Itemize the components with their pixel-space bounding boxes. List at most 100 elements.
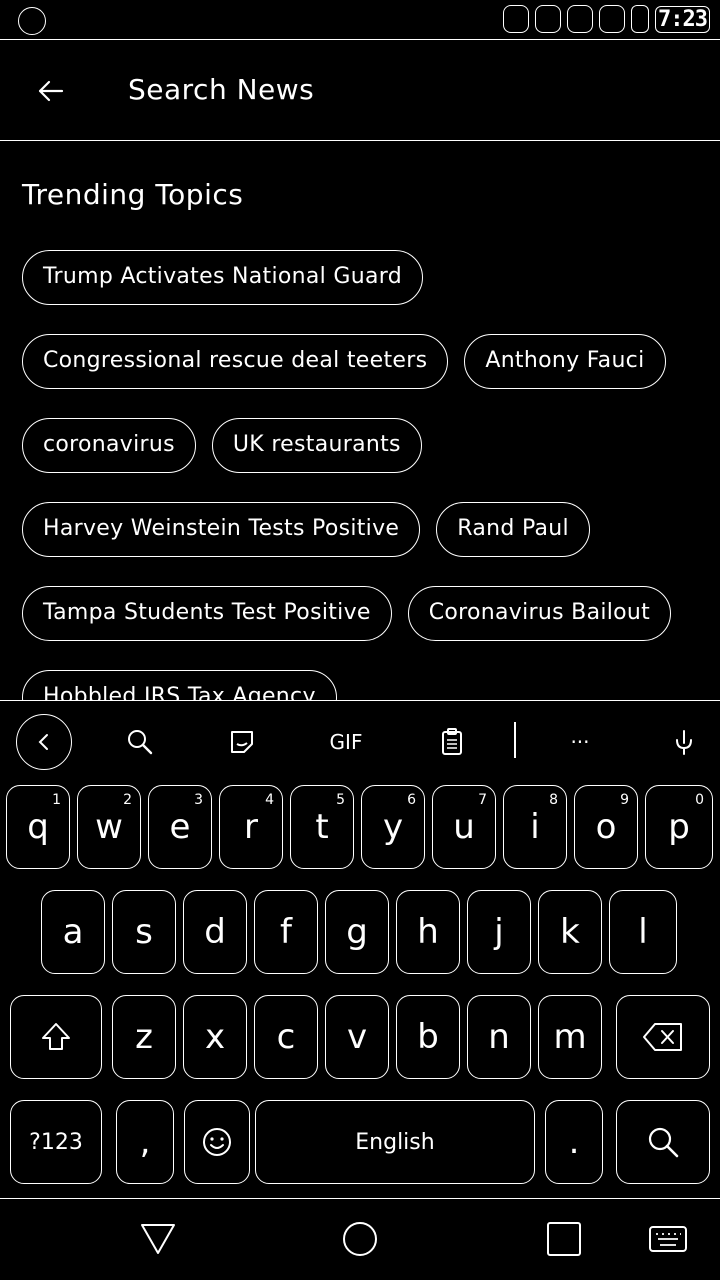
key-label: u — [453, 807, 475, 847]
status-icons: 7:23 — [503, 5, 710, 33]
key-q[interactable]: q1 — [6, 785, 70, 869]
battery-icon — [631, 5, 650, 33]
sticker-button[interactable] — [214, 714, 270, 770]
key-d[interactable]: d — [183, 890, 247, 974]
key-hint: 5 — [336, 792, 345, 808]
cast-icon — [503, 5, 530, 33]
period-key[interactable]: . — [545, 1100, 603, 1184]
key-label: r — [244, 807, 258, 847]
search-icon — [648, 1127, 679, 1158]
chevron-left-icon — [38, 734, 48, 750]
key-b[interactable]: b — [396, 995, 460, 1079]
app-bar: Search News — [0, 40, 720, 141]
topic-chip[interactable]: Anthony Fauci — [464, 334, 666, 389]
topic-chip[interactable]: Coronavirus Bailout — [407, 586, 672, 641]
key-w[interactable]: w2 — [77, 785, 141, 869]
recents-square-icon[interactable] — [544, 1219, 584, 1259]
topic-chip[interactable]: Rand Paul — [436, 502, 590, 557]
emoji-key[interactable] — [184, 1100, 250, 1184]
topic-chip[interactable]: Trump Activates National Guard — [22, 250, 423, 305]
topic-chip[interactable]: Harvey Weinstein Tests Positive — [22, 502, 421, 557]
key-hint: 4 — [265, 792, 274, 808]
key-hint: 2 — [123, 792, 132, 808]
back-triangle-icon[interactable] — [138, 1219, 178, 1259]
backspace-key[interactable] — [616, 995, 710, 1079]
symbols-key[interactable]: ?123 — [10, 1100, 102, 1184]
key-v[interactable]: v — [325, 995, 389, 1079]
keyboard-divider — [0, 700, 720, 701]
key-label: t — [315, 807, 329, 847]
key-p[interactable]: p0 — [645, 785, 713, 869]
trending-topic-chips: Trump Activates National Guard Congressi… — [22, 250, 712, 700]
keyboard-collapse-button[interactable] — [16, 714, 72, 770]
do-not-disturb-icon — [535, 5, 562, 33]
wifi-icon — [567, 5, 594, 33]
toolbar-separator — [514, 722, 516, 758]
key-hint: 9 — [620, 792, 629, 808]
key-label: w — [95, 807, 123, 847]
chip-row: Congressional rescue deal teeters Anthon… — [22, 334, 712, 389]
shift-icon — [42, 1023, 70, 1050]
key-hint: 6 — [407, 792, 416, 808]
chip-row: Harvey Weinstein Tests Positive Rand Pau… — [22, 502, 712, 557]
key-y[interactable]: y6 — [361, 785, 425, 869]
key-s[interactable]: s — [112, 890, 176, 974]
key-hint: 8 — [549, 792, 558, 808]
keyboard-switch-icon[interactable] — [648, 1219, 688, 1259]
topic-chip[interactable]: Hobbled IRS Tax Agency — [22, 670, 337, 700]
back-arrow-icon[interactable] — [34, 74, 68, 108]
key-label: p — [668, 807, 690, 847]
gif-button[interactable]: GIF — [318, 714, 374, 770]
key-m[interactable]: m — [538, 995, 602, 1079]
status-time: 7:23 — [655, 5, 710, 33]
key-h[interactable]: h — [396, 890, 460, 974]
key-c[interactable]: c — [254, 995, 318, 1079]
keyboard-search-button[interactable] — [112, 714, 168, 770]
key-n[interactable]: n — [467, 995, 531, 1079]
notification-icon — [18, 7, 46, 35]
key-t[interactable]: t5 — [290, 785, 354, 869]
emoji-icon — [203, 1128, 231, 1156]
topic-chip[interactable]: UK restaurants — [211, 418, 422, 473]
search-news-field[interactable]: Search News — [128, 73, 314, 106]
clipboard-icon — [442, 728, 462, 755]
key-label: q — [27, 807, 49, 847]
key-z[interactable]: z — [112, 995, 176, 1079]
comma-key[interactable]: , — [116, 1100, 174, 1184]
key-label: o — [595, 807, 617, 847]
key-x[interactable]: x — [183, 995, 247, 1079]
more-options-button[interactable]: ··· — [552, 714, 608, 770]
key-label: e — [169, 807, 191, 847]
topic-chip[interactable]: coronavirus — [22, 418, 196, 473]
navigation-bar — [0, 1198, 720, 1280]
microphone-icon — [676, 730, 692, 755]
topic-chip[interactable]: Congressional rescue deal teeters — [22, 334, 449, 389]
clipboard-button[interactable] — [424, 714, 480, 770]
key-j[interactable]: j — [467, 890, 531, 974]
search-action-key[interactable] — [616, 1100, 710, 1184]
key-hint: 3 — [194, 792, 203, 808]
search-icon — [128, 730, 153, 755]
status-bar: 7:23 — [0, 0, 720, 40]
key-r[interactable]: r4 — [219, 785, 283, 869]
key-o[interactable]: o9 — [574, 785, 638, 869]
key-k[interactable]: k — [538, 890, 602, 974]
key-l[interactable]: l — [609, 890, 677, 974]
sticker-icon — [231, 731, 253, 753]
key-g[interactable]: g — [325, 890, 389, 974]
key-f[interactable]: f — [254, 890, 318, 974]
chip-row: coronavirus UK restaurants — [22, 418, 712, 473]
shift-key[interactable] — [10, 995, 102, 1079]
key-i[interactable]: i8 — [503, 785, 567, 869]
home-circle-icon[interactable] — [340, 1219, 380, 1259]
key-hint: 7 — [478, 792, 487, 808]
trending-topics-heading: Trending Topics — [22, 178, 244, 211]
key-e[interactable]: e3 — [148, 785, 212, 869]
key-u[interactable]: u7 — [432, 785, 496, 869]
chip-row: Tampa Students Test Positive Coronavirus… — [22, 586, 712, 641]
key-hint: 1 — [52, 792, 61, 808]
key-a[interactable]: a — [41, 890, 105, 974]
voice-input-button[interactable] — [656, 714, 712, 770]
space-key[interactable]: English — [255, 1100, 535, 1184]
topic-chip[interactable]: Tampa Students Test Positive — [22, 586, 392, 641]
